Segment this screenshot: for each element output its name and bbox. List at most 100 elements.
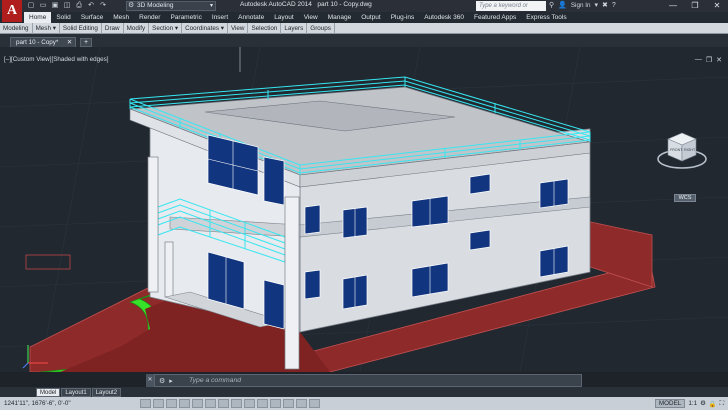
panel-section[interactable]: Section ▾: [149, 23, 183, 34]
layout-tabs: Model Layout1 Layout2: [0, 387, 728, 397]
ribbon-panels: Modeling Mesh ▾ Solid Editing Draw Modify Sec…: [0, 23, 728, 34]
viewport-close-button[interactable]: ✕: [716, 56, 722, 64]
panel-groups[interactable]: Groups: [307, 23, 335, 34]
wrench-icon[interactable]: ⚙: [159, 377, 165, 385]
ortho-mode-icon[interactable]: [179, 399, 190, 408]
panel-draw[interactable]: Draw: [102, 23, 124, 34]
help-icon[interactable]: ?: [612, 1, 616, 11]
layout-tab-model[interactable]: Model: [36, 388, 61, 397]
panel-coordinates[interactable]: Coordinates ▾: [182, 23, 228, 34]
sign-in-link[interactable]: Sign In: [571, 1, 591, 11]
tab-manage[interactable]: Manage: [323, 12, 357, 23]
3d-object-snap-icon[interactable]: [218, 399, 229, 408]
save-icon[interactable]: ▣: [50, 1, 60, 10]
quick-properties-icon[interactable]: [296, 399, 307, 408]
new-tab-button[interactable]: +: [80, 38, 92, 47]
status-bar: 1241'11", 1676'-6", 0'-0" MODEL 1:1 ⚙ 🔒 …: [0, 397, 728, 410]
tab-view[interactable]: View: [299, 12, 323, 23]
viewcube-front-label: FRONT: [670, 148, 683, 152]
ribbon-tabs: Home Solid Surface Mesh Render Parametric Inse…: [0, 12, 728, 23]
compound-wall: [25, 254, 71, 270]
tab-mesh[interactable]: Mesh: [108, 12, 134, 23]
close-button[interactable]: ✕: [706, 0, 728, 11]
command-line-close-icon[interactable]: ✕: [146, 374, 154, 387]
object-snap-icon[interactable]: [205, 399, 216, 408]
command-line[interactable]: ⚙ ▸ Type a command: [154, 374, 582, 387]
file-tabs: part 10 - Copy* ✕ +: [0, 34, 728, 47]
grid-display-icon[interactable]: [166, 399, 177, 408]
redo-icon[interactable]: ↷: [98, 1, 108, 10]
layout-tab-layout2[interactable]: Layout2: [91, 388, 122, 397]
tab-parametric[interactable]: Parametric: [165, 12, 206, 23]
selection-cycling-icon[interactable]: [309, 399, 320, 408]
tab-insert[interactable]: Insert: [207, 12, 233, 23]
object-snap-tracking-icon[interactable]: [231, 399, 242, 408]
search-icon[interactable]: ⚲: [549, 1, 554, 11]
file-tab[interactable]: part 10 - Copy* ✕: [10, 37, 76, 47]
search-input[interactable]: Type a keyword or phrase: [476, 1, 546, 19]
tab-home[interactable]: Home: [24, 12, 52, 23]
viewcube[interactable]: FRONT RIGHT: [656, 125, 708, 171]
new-icon[interactable]: ▢: [26, 1, 36, 10]
close-icon[interactable]: ✕: [67, 38, 72, 47]
snap-mode-icon[interactable]: [153, 399, 164, 408]
application-menu-button[interactable]: A: [2, 0, 22, 22]
annotation-scale[interactable]: 1:1: [688, 400, 697, 407]
minimize-button[interactable]: —: [662, 0, 684, 11]
panel-mesh[interactable]: Mesh ▾: [33, 23, 60, 34]
undo-icon[interactable]: ↶: [86, 1, 96, 10]
tab-surface[interactable]: Surface: [76, 12, 108, 23]
tab-output[interactable]: Output: [356, 12, 386, 23]
tab-plug-ins[interactable]: Plug-ins: [386, 12, 419, 23]
plot-icon[interactable]: ⎙: [74, 1, 84, 10]
panel-selection[interactable]: Selection: [248, 23, 282, 34]
panel-solid-editing[interactable]: Solid Editing: [60, 23, 102, 34]
tab-annotate[interactable]: Annotate: [233, 12, 269, 23]
workspace-switch-icon[interactable]: ⚙: [700, 400, 706, 407]
viewport-restore-button[interactable]: ❐: [706, 56, 712, 64]
open-icon[interactable]: ▭: [38, 1, 48, 10]
recent-commands-icon[interactable]: ▸: [169, 377, 173, 385]
tab-render[interactable]: Render: [134, 12, 165, 23]
model-space-button[interactable]: MODEL: [654, 399, 686, 408]
panel-modeling[interactable]: Modeling: [0, 23, 33, 34]
infer-constraints-icon[interactable]: [140, 399, 151, 408]
drawing-viewport[interactable]: [–][Custom View][Shaded with edges] — ❐ …: [0, 47, 728, 372]
tab-featured-apps[interactable]: Featured Apps: [469, 12, 521, 23]
viewport-minimize-button[interactable]: —: [695, 56, 702, 64]
chevron-down-icon: ▾: [209, 3, 213, 9]
panel-view[interactable]: View: [228, 23, 249, 34]
polar-tracking-icon[interactable]: [192, 399, 203, 408]
viewcube-right-label: RIGHT: [684, 148, 696, 152]
command-input[interactable]: Type a command: [189, 377, 241, 384]
viewport-label[interactable]: [–][Custom View][Shaded with edges]: [4, 56, 109, 63]
ucs-icon: [22, 345, 48, 369]
lock-icon[interactable]: 🔒: [709, 400, 717, 408]
tab-layout[interactable]: Layout: [269, 12, 299, 23]
saveas-icon[interactable]: ◫: [62, 1, 72, 10]
tab-autodesk-360[interactable]: Autodesk 360: [419, 12, 469, 23]
title-bar: A ▢ ▭ ▣ ◫ ⎙ ↶ ↷ ⚙ 3D Modeling ▾ Autodesk…: [0, 0, 728, 22]
panel-layers[interactable]: Layers: [281, 23, 308, 34]
exchange-icon[interactable]: ✖: [602, 1, 608, 11]
fullscreen-icon[interactable]: ⛶: [720, 400, 724, 408]
workspace-dropdown[interactable]: ⚙ 3D Modeling ▾: [126, 1, 216, 11]
gear-icon: ⚙: [128, 2, 135, 9]
dynamic-ucs-icon[interactable]: [244, 399, 255, 408]
window-title: Autodesk AutoCAD 2014 part 10 - Copy.dwg: [240, 1, 372, 8]
dynamic-input-icon[interactable]: [257, 399, 268, 408]
user-icon[interactable]: 👤: [558, 1, 567, 11]
panel-modify[interactable]: Modify: [124, 23, 150, 34]
restore-button[interactable]: ❐: [684, 0, 706, 11]
chevron-down-icon[interactable]: ▾: [594, 1, 598, 11]
layout-tab-layout1[interactable]: Layout1: [61, 388, 91, 397]
transparency-icon[interactable]: [283, 399, 294, 408]
wcs-menu[interactable]: WCS: [674, 194, 696, 202]
tab-solid[interactable]: Solid: [51, 12, 75, 23]
coordinate-readout[interactable]: 1241'11", 1676'-6", 0'-0": [0, 400, 140, 407]
lineweight-icon[interactable]: [270, 399, 281, 408]
tab-express-tools[interactable]: Express Tools: [521, 12, 571, 23]
house-3d-model[interactable]: [0, 47, 728, 372]
quick-access-toolbar: ▢ ▭ ▣ ◫ ⎙ ↶ ↷: [26, 1, 108, 10]
drafting-toggles: [140, 399, 320, 408]
